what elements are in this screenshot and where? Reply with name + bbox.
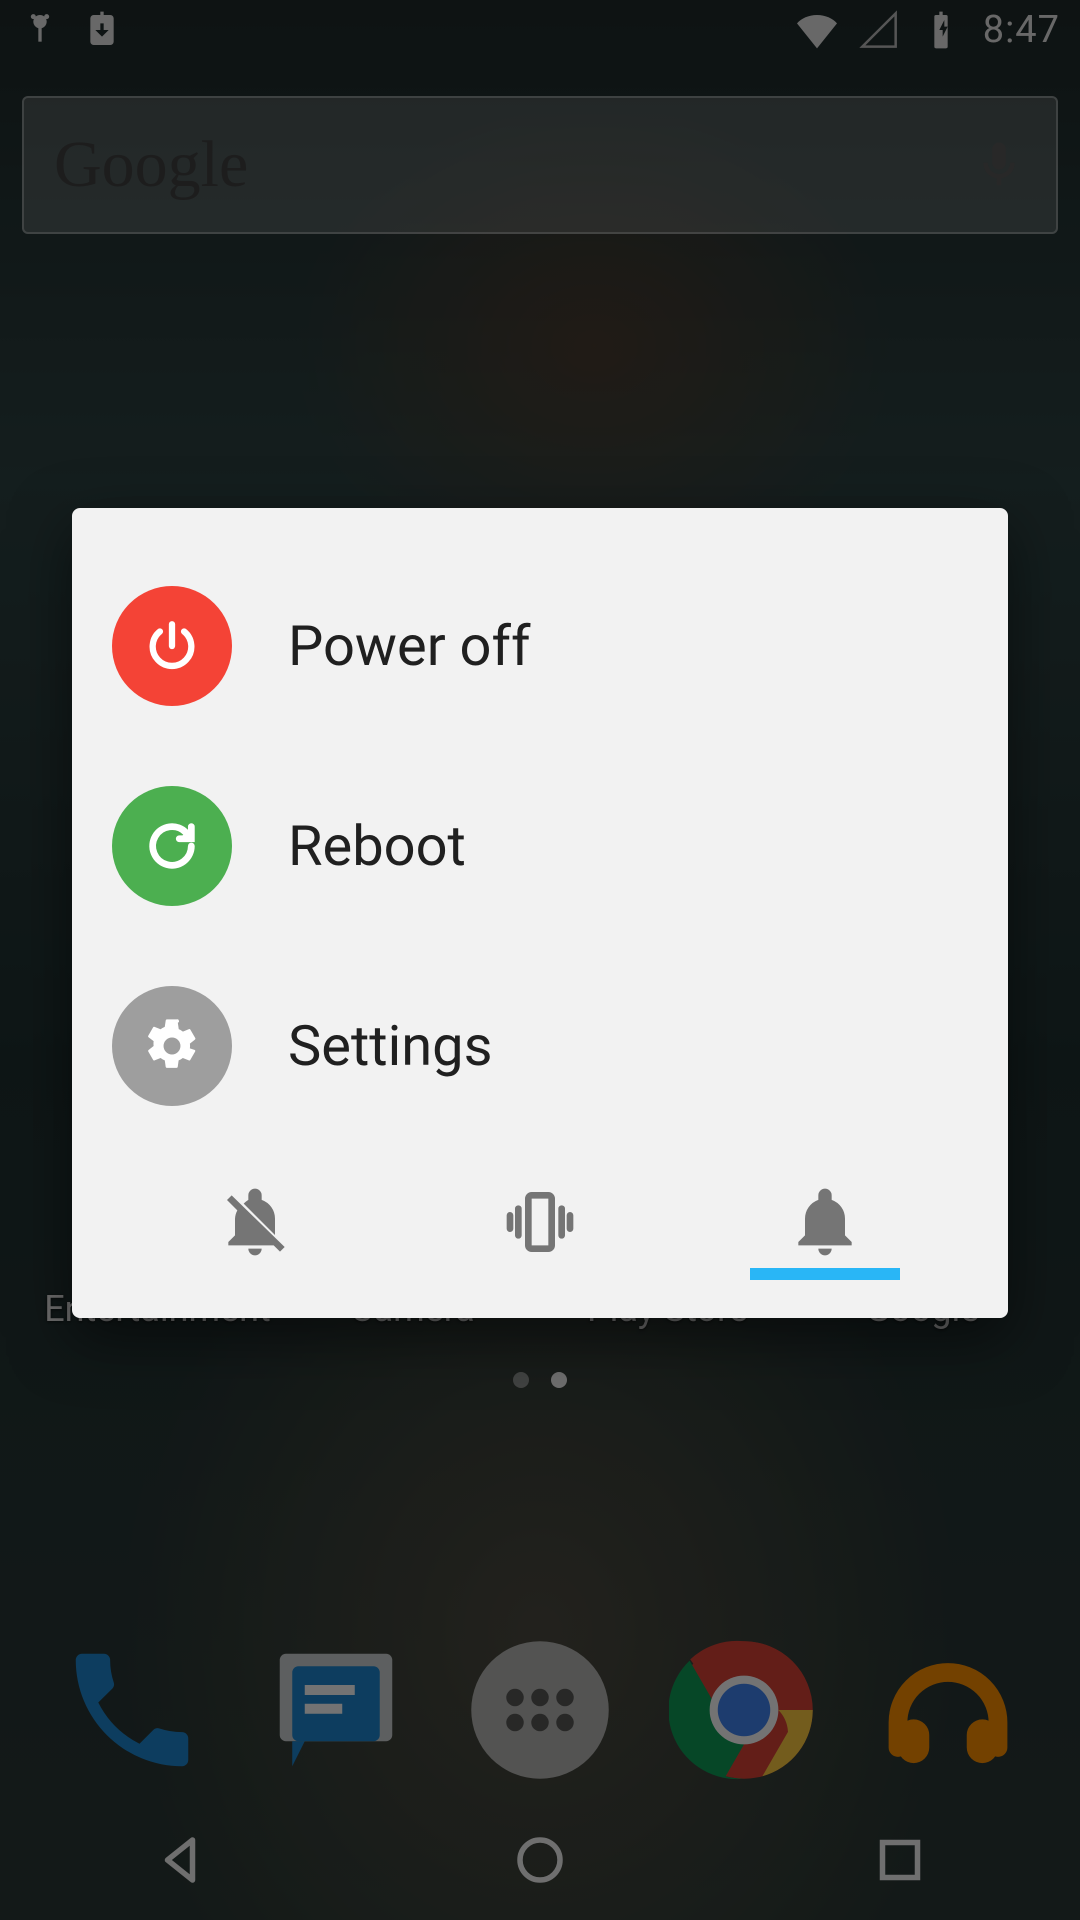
reboot-icon [112,786,232,906]
ringer-normal-button[interactable] [683,1182,968,1280]
ringer-vibrate-button[interactable] [397,1182,682,1280]
bell-off-icon [215,1182,295,1262]
power-off-icon [112,586,232,706]
reboot-label: Reboot [288,813,466,879]
ringer-silent-button[interactable] [112,1182,397,1280]
settings-row[interactable]: Settings [112,946,968,1146]
ringer-mode-row [112,1156,968,1306]
power-menu-dialog: Power off Reboot Settings [72,508,1008,1318]
bell-icon [785,1182,865,1262]
reboot-row[interactable]: Reboot [112,746,968,946]
power-off-row[interactable]: Power off [112,546,968,746]
settings-icon [112,986,232,1106]
settings-label: Settings [288,1013,492,1079]
ringer-active-indicator [750,1268,900,1280]
vibrate-icon [500,1182,580,1262]
power-off-label: Power off [288,613,530,679]
